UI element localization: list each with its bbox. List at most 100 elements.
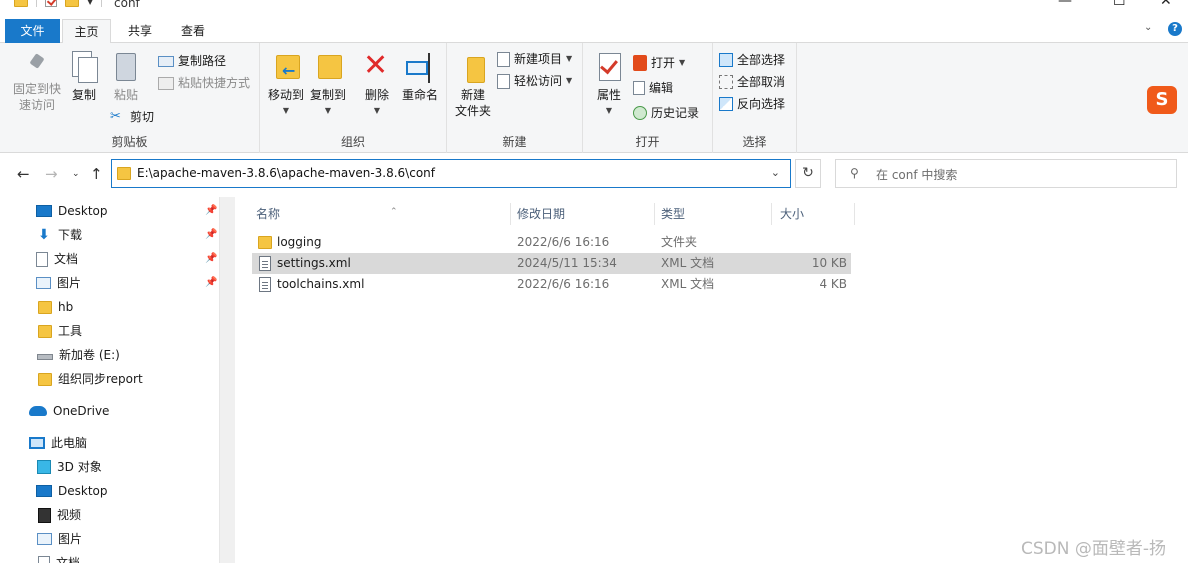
column-header-type[interactable]: 类型: [657, 203, 772, 225]
open-group-label: 打开: [635, 135, 660, 149]
maximize-button[interactable]: ☐: [1113, 0, 1126, 9]
easy-access-button[interactable]: 轻松访问 ▼: [497, 71, 572, 91]
new-folder-label-line1: 新建: [460, 88, 485, 102]
customize-toolbar-dropdown-icon[interactable]: ▼: [87, 0, 93, 6]
address-dropdown-icon[interactable]: ⌄: [771, 166, 780, 179]
new-folder-button[interactable]: 新建 文件夹: [451, 51, 495, 119]
nav-item-drive-e[interactable]: 新加卷 (E:): [37, 343, 120, 367]
ribbon: 固定到快 速访问 复制 粘贴 复制路径 粘贴快捷方式 ✂ 剪切 剪贴板 ← 移动…: [0, 43, 1188, 153]
office-open-icon: [633, 55, 647, 71]
nav-item-this-pc[interactable]: 此电脑: [29, 431, 87, 455]
collapse-ribbon-icon[interactable]: ⌄: [1144, 22, 1152, 33]
nav-label: Desktop: [58, 484, 108, 498]
file-name: settings.xml: [277, 256, 351, 270]
pin-icon[interactable]: 📌: [205, 229, 217, 240]
search-input[interactable]: ⚲ 在 conf 中搜索: [835, 159, 1177, 188]
forward-arrow-icon[interactable]: →: [45, 165, 58, 183]
up-arrow-icon[interactable]: ↑: [90, 165, 103, 183]
file-type: XML 文档: [661, 277, 715, 291]
nav-item-pc-pictures[interactable]: 图片: [37, 527, 82, 551]
toolbar-separator: [36, 0, 37, 7]
new-item-button[interactable]: 新建项目 ▼: [497, 49, 572, 69]
tab-view[interactable]: 查看: [170, 19, 216, 43]
documents-icon: [38, 555, 50, 563]
back-arrow-icon[interactable]: ←: [17, 165, 30, 183]
cut-button[interactable]: ✂ 剪切: [110, 107, 154, 127]
pin-icon[interactable]: 📌: [205, 205, 217, 216]
address-path[interactable]: E:\apache-maven-3.8.6\apache-maven-3.8.6…: [137, 166, 435, 180]
nav-item-pc-desktop[interactable]: Desktop: [36, 479, 108, 503]
nav-label: Desktop: [58, 204, 108, 218]
tab-home[interactable]: 主页: [62, 19, 111, 44]
computer-icon: [29, 437, 45, 449]
file-row-logging[interactable]: logging 2022/6/6 16:16 文件夹: [252, 232, 851, 253]
nav-item-tools[interactable]: 工具: [38, 319, 82, 343]
pin-quick-access-button[interactable]: 固定到快 速访问: [10, 51, 64, 113]
sogou-ime-icon[interactable]: S: [1147, 86, 1177, 114]
file-row-toolchains-xml[interactable]: toolchains.xml 2022/6/6 16:16 XML 文档 4 K…: [252, 274, 851, 295]
nav-item-videos[interactable]: 视频: [38, 503, 81, 527]
copy-button[interactable]: 复制: [66, 51, 102, 103]
column-header-label: 名称: [256, 207, 281, 221]
select-group: 全部选择 全部取消 反向选择 选择: [713, 43, 797, 153]
select-none-label: 全部取消: [737, 75, 786, 89]
minimize-button[interactable]: —: [1058, 0, 1072, 9]
properties-button[interactable]: 属性 ▼: [591, 51, 627, 119]
nav-item-documents[interactable]: 文档: [36, 247, 78, 271]
properties-check-icon[interactable]: [45, 0, 57, 7]
open-button[interactable]: 打开 ▼: [633, 53, 685, 73]
download-icon: ⬇: [38, 227, 50, 243]
nav-item-downloads[interactable]: ⬇ 下载: [36, 223, 82, 247]
nav-item-3d-objects[interactable]: 3D 对象: [37, 455, 102, 479]
new-folder-icon[interactable]: [65, 0, 79, 7]
column-header-modified[interactable]: 修改日期: [513, 203, 655, 225]
edit-button[interactable]: 编辑: [633, 78, 673, 98]
rename-icon: [404, 51, 436, 85]
nav-item-report[interactable]: 组织同步report: [38, 367, 143, 391]
nav-item-pc-documents[interactable]: 文档: [38, 551, 80, 563]
file-row-settings-xml[interactable]: settings.xml 2024/5/11 15:34 XML 文档 10 K…: [252, 253, 851, 274]
help-icon[interactable]: ?: [1168, 22, 1182, 36]
refresh-button[interactable]: ↻: [795, 159, 821, 188]
recent-locations-chevron-icon[interactable]: ⌄: [72, 169, 80, 179]
pin-icon[interactable]: 📌: [205, 253, 217, 264]
navigation-pane-scrollbar[interactable]: [219, 197, 235, 563]
address-bar[interactable]: E:\apache-maven-3.8.6\apache-maven-3.8.6…: [111, 159, 791, 188]
easy-access-label: 轻松访问: [514, 74, 563, 88]
nav-item-desktop[interactable]: Desktop: [36, 199, 108, 223]
nav-label: 视频: [57, 508, 82, 522]
move-to-button[interactable]: ← 移动到 ▼: [266, 51, 306, 119]
select-none-button[interactable]: 全部取消: [719, 72, 785, 92]
rename-button[interactable]: 重命名: [398, 51, 442, 103]
close-button[interactable]: ✕: [1160, 0, 1172, 9]
select-all-button[interactable]: 全部选择: [719, 50, 785, 70]
copy-path-icon: [158, 55, 174, 67]
file-modified: 2022/6/6 16:16: [517, 235, 610, 249]
clipboard-group: 固定到快 速访问 复制 粘贴 复制路径 粘贴快捷方式 ✂ 剪切 剪贴板: [0, 43, 260, 153]
folder-icon: [38, 300, 52, 314]
tab-file[interactable]: 文件: [5, 19, 60, 43]
invert-selection-button[interactable]: 反向选择: [719, 94, 785, 114]
paste-button[interactable]: 粘贴: [108, 51, 144, 103]
xml-file-icon: [259, 277, 271, 292]
nav-item-hb[interactable]: hb: [38, 295, 73, 319]
nav-item-pictures[interactable]: 图片: [36, 271, 81, 295]
edit-label: 编辑: [649, 81, 674, 95]
rename-label: 重命名: [401, 88, 438, 102]
delete-button[interactable]: ✕ 删除 ▼: [360, 51, 394, 119]
tab-share[interactable]: 共享: [118, 19, 162, 43]
nav-item-onedrive[interactable]: OneDrive: [29, 399, 109, 423]
copy-path-button[interactable]: 复制路径: [158, 51, 226, 71]
column-header-size[interactable]: 大小: [776, 203, 855, 225]
new-group-label: 新建: [502, 135, 527, 149]
copy-to-button[interactable]: 复制到 ▼: [308, 51, 348, 119]
paste-shortcut-button[interactable]: 粘贴快捷方式: [158, 73, 250, 93]
nav-label: hb: [58, 300, 74, 314]
video-icon: [38, 507, 51, 523]
column-header-name[interactable]: 名称 ⌃: [252, 203, 511, 225]
nav-label: 新加卷 (E:): [59, 348, 120, 362]
pin-icon: [27, 55, 47, 77]
pin-icon[interactable]: 📌: [205, 277, 217, 288]
paste-label: 粘贴: [113, 88, 138, 102]
history-button[interactable]: 历史记录: [633, 103, 699, 123]
